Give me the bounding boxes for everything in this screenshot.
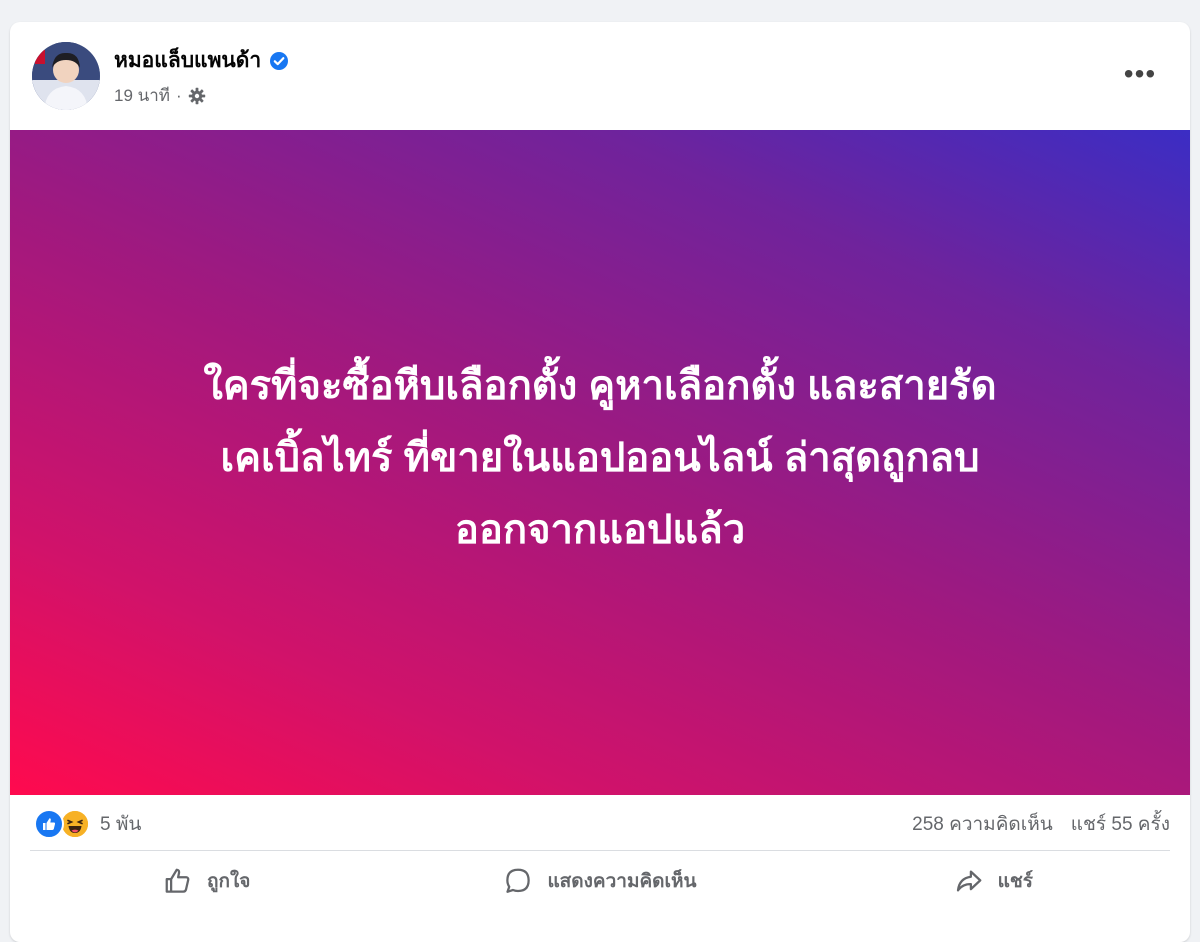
banner-line: ออกจากแอปแล้ว — [454, 507, 746, 552]
comment-button[interactable]: แสดงความคิดเห็น — [403, 856, 796, 906]
avatar-image — [32, 42, 100, 110]
reaction-summary[interactable]: 5 พัน — [34, 809, 141, 839]
author-avatar[interactable] — [32, 42, 100, 110]
reaction-count[interactable]: 5 พัน — [100, 809, 141, 839]
audience-gear-icon[interactable] — [188, 87, 206, 105]
comment-count-link[interactable]: 258 ความคิดเห็น — [912, 809, 1053, 839]
author-name[interactable]: หมอแล็บแพนด้า — [114, 44, 261, 77]
banner-text: ใครที่จะซื้อหีบเลือกตั้ง คูหาเลือกตั้ง แ… — [50, 350, 1150, 576]
post-timestamp[interactable]: 19 นาที — [114, 82, 170, 109]
engagement-stats: 258 ความคิดเห็น แชร์ 55 ครั้ง — [912, 809, 1170, 839]
like-reaction-icon — [34, 809, 64, 839]
post-header: หมอแล็บแพนด้า 19 นาที · ••• — [10, 22, 1190, 130]
thumbs-up-icon — [165, 868, 190, 893]
reactions-row: 5 พัน 258 ความคิดเห็น แชร์ 55 ครั้ง — [10, 809, 1190, 845]
verified-badge-icon — [269, 51, 289, 71]
post-banner: ใครที่จะซื้อหีบเลือกตั้ง คูหาเลือกตั้ง แ… — [10, 130, 1190, 795]
post-card: หมอแล็บแพนด้า 19 นาที · ••• ใครที่จะซื้อ… — [10, 22, 1190, 942]
meta-separator: · — [176, 85, 182, 105]
share-count-link[interactable]: แชร์ 55 ครั้ง — [1071, 809, 1170, 839]
actions-divider — [30, 850, 1170, 851]
share-button[interactable]: แชร์ — [797, 856, 1190, 906]
like-label: ถูกใจ — [206, 871, 251, 892]
like-button[interactable]: ถูกใจ — [10, 856, 403, 906]
post-actions: ถูกใจ แสดงความคิดเห็น แชร์ — [10, 856, 1190, 906]
banner-line: เคเบิ้ลไทร์ ที่ขายในแอปออนไลน์ ล่าสุดถูก… — [220, 435, 980, 480]
comment-bubble-icon — [506, 868, 531, 893]
share-label: แชร์ — [997, 871, 1033, 892]
comment-label: แสดงความคิดเห็น — [547, 871, 697, 892]
share-arrow-icon — [956, 870, 982, 892]
haha-reaction-icon — [60, 809, 90, 839]
more-options-button[interactable]: ••• — [1120, 58, 1160, 89]
banner-line: ใครที่จะซื้อหีบเลือกตั้ง คูหาเลือกตั้ง แ… — [203, 363, 997, 408]
